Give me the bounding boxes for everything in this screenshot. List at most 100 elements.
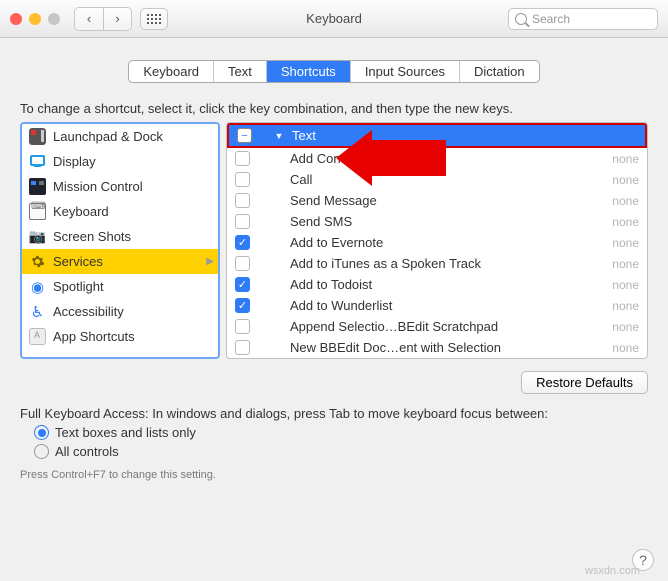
forward-button[interactable]: › — [103, 8, 131, 30]
tabs-row: Keyboard Text Shortcuts Input Sources Di… — [0, 60, 668, 83]
fka-option-textboxes[interactable]: Text boxes and lists only — [34, 425, 648, 440]
shortcut-value[interactable]: none — [612, 152, 639, 166]
category-item-keyboard[interactable]: Keyboard — [22, 199, 218, 224]
shortcut-value[interactable]: none — [612, 236, 639, 250]
launchpad-icon — [29, 128, 46, 145]
restore-defaults-button[interactable]: Restore Defaults — [521, 371, 648, 394]
search-icon — [515, 13, 527, 25]
service-row[interactable]: Append Selectio…BEdit Scratchpad none — [227, 316, 647, 337]
annotation-arrow — [336, 130, 446, 186]
category-label: Services — [53, 254, 103, 269]
category-item-app-shortcuts[interactable]: App Shortcuts — [22, 324, 218, 349]
service-row[interactable]: ✓ Add to Wunderlist none — [227, 295, 647, 316]
mission-control-icon — [29, 178, 46, 195]
tab-keyboard[interactable]: Keyboard — [129, 61, 213, 82]
service-label: Add to iTunes as a Spoken Track — [290, 256, 481, 271]
category-item-launchpad[interactable]: Launchpad & Dock — [22, 124, 218, 149]
service-checkbox[interactable]: ✓ — [235, 235, 250, 250]
service-row[interactable]: Add to iTunes as a Spoken Track none — [227, 253, 647, 274]
service-label: Add to Evernote — [290, 235, 383, 250]
tab-shortcuts[interactable]: Shortcuts — [266, 61, 350, 82]
service-label: Add to Todoist — [290, 277, 372, 292]
close-window-button[interactable] — [10, 13, 22, 25]
service-checkbox[interactable] — [235, 214, 250, 229]
shortcut-value[interactable]: none — [612, 341, 639, 355]
zoom-window-button[interactable] — [48, 13, 60, 25]
arrow-head-icon — [336, 130, 372, 186]
traffic-lights — [10, 13, 60, 25]
service-label: Send Message — [290, 193, 377, 208]
fka-option-label: Text boxes and lists only — [55, 425, 196, 440]
window-title: Keyboard — [306, 11, 362, 26]
service-label: Send SMS — [290, 214, 352, 229]
disclosure-triangle-icon[interactable]: ▼ — [272, 131, 286, 141]
fka-option-label: All controls — [55, 444, 119, 459]
spotlight-icon: ◉ — [29, 278, 46, 295]
shortcut-value[interactable]: none — [612, 299, 639, 313]
category-item-mission-control[interactable]: Mission Control — [22, 174, 218, 199]
category-label: Keyboard — [53, 204, 109, 219]
service-label: New BBEdit Doc…ent with Selection — [290, 340, 501, 355]
back-button[interactable]: ‹ — [75, 8, 103, 30]
service-checkbox[interactable] — [235, 172, 250, 187]
accessibility-icon: ♿︎ — [29, 303, 46, 320]
shortcut-value[interactable]: none — [612, 257, 639, 271]
category-label: Mission Control — [53, 179, 143, 194]
category-label: Launchpad & Dock — [53, 129, 163, 144]
service-row[interactable]: Send SMS none — [227, 211, 647, 232]
nav-group: ‹ › — [74, 7, 132, 31]
service-checkbox[interactable]: ✓ — [235, 298, 250, 313]
radio-on-icon[interactable] — [34, 425, 49, 440]
segmented-control: Keyboard Text Shortcuts Input Sources Di… — [128, 60, 539, 83]
category-list[interactable]: Launchpad & Dock Display Mission Control… — [20, 122, 220, 359]
category-item-spotlight[interactable]: ◉ Spotlight — [22, 274, 218, 299]
fka-hint-label: Press Control+F7 to change this setting. — [0, 459, 668, 481]
tab-dictation[interactable]: Dictation — [459, 61, 539, 82]
radio-off-icon[interactable] — [34, 444, 49, 459]
service-checkbox[interactable] — [235, 340, 250, 355]
fka-option-all[interactable]: All controls — [34, 444, 648, 459]
show-all-button[interactable] — [140, 8, 168, 30]
category-label: Screen Shots — [53, 229, 131, 244]
grid-icon — [147, 14, 161, 24]
service-row[interactable]: New BBEdit Doc…ent with Selection none — [227, 337, 647, 358]
watermark-label: wsxdn.com — [585, 565, 640, 577]
service-checkbox[interactable] — [235, 256, 250, 271]
shortcut-value[interactable]: none — [612, 320, 639, 334]
service-checkbox[interactable] — [235, 151, 250, 166]
service-label: Add to Wunderlist — [290, 298, 392, 313]
category-label: App Shortcuts — [53, 329, 135, 344]
arrow-body — [372, 140, 446, 176]
shortcut-value[interactable]: none — [612, 278, 639, 292]
group-checkbox[interactable]: − — [237, 128, 252, 143]
category-label: Spotlight — [53, 279, 104, 294]
minimize-window-button[interactable] — [29, 13, 41, 25]
service-checkbox[interactable]: ✓ — [235, 277, 250, 292]
service-label: Append Selectio…BEdit Scratchpad — [290, 319, 498, 334]
gear-icon — [29, 253, 46, 270]
tab-input-sources[interactable]: Input Sources — [350, 61, 459, 82]
category-item-accessibility[interactable]: ♿︎ Accessibility — [22, 299, 218, 324]
instructions-label: To change a shortcut, select it, click t… — [0, 83, 668, 122]
group-label: Text — [292, 128, 316, 143]
chevron-right-icon: ▶ — [206, 256, 214, 267]
chevron-right-icon: › — [115, 11, 119, 26]
category-item-display[interactable]: Display — [22, 149, 218, 174]
category-label: Accessibility — [53, 304, 124, 319]
search-field[interactable]: Search — [508, 8, 658, 30]
service-row[interactable]: ✓ Add to Evernote none — [227, 232, 647, 253]
category-label: Display — [53, 154, 96, 169]
category-item-services[interactable]: Services ▶ — [22, 249, 218, 274]
service-row[interactable]: Send Message none — [227, 190, 647, 211]
titlebar: ‹ › Keyboard Search — [0, 0, 668, 38]
category-item-screenshots[interactable]: 📷 Screen Shots — [22, 224, 218, 249]
chevron-left-icon: ‹ — [87, 11, 91, 26]
service-row[interactable]: ✓ Add to Todoist none — [227, 274, 647, 295]
shortcut-value[interactable]: none — [612, 173, 639, 187]
camera-icon: 📷 — [29, 228, 46, 245]
shortcut-value[interactable]: none — [612, 215, 639, 229]
shortcut-value[interactable]: none — [612, 194, 639, 208]
service-checkbox[interactable] — [235, 193, 250, 208]
service-checkbox[interactable] — [235, 319, 250, 334]
tab-text[interactable]: Text — [213, 61, 266, 82]
